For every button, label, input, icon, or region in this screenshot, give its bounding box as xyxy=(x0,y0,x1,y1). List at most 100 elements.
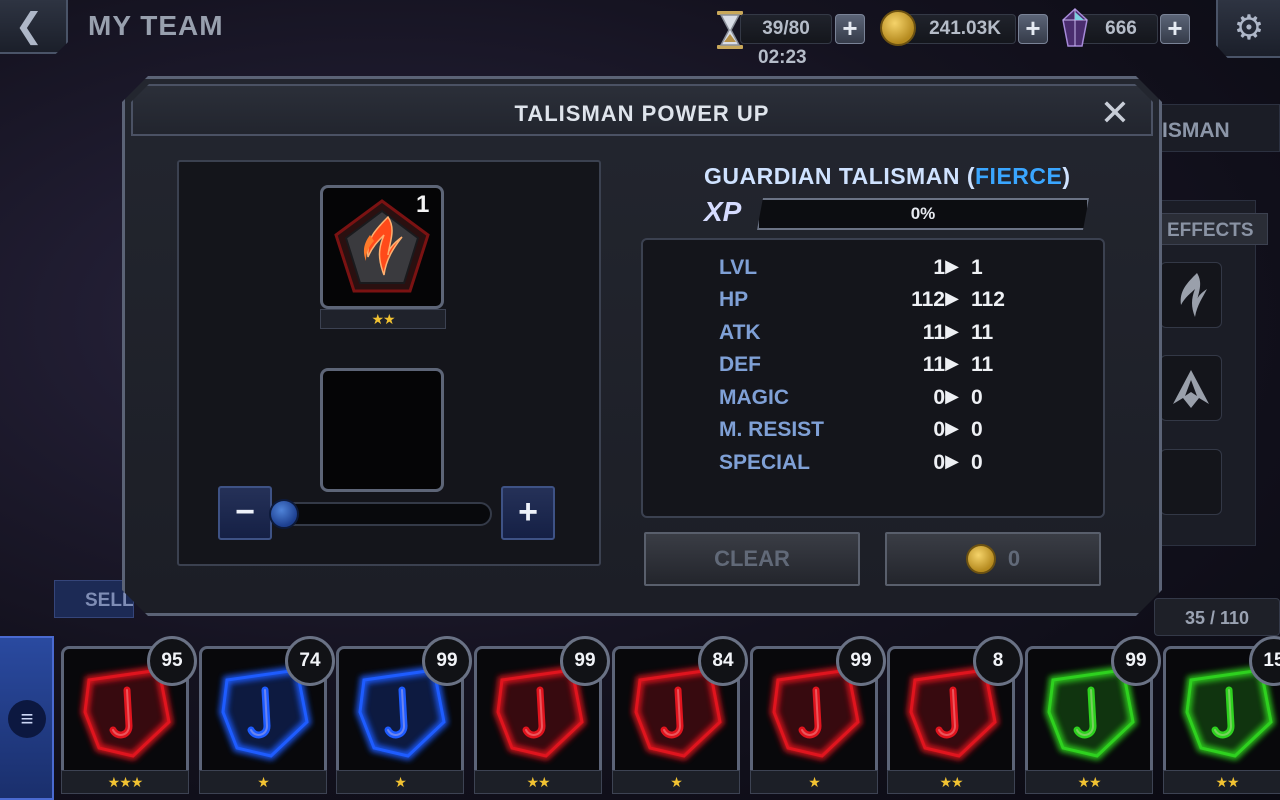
stat-next: 0 xyxy=(971,451,983,474)
modal-title: TALISMAN POWER UP xyxy=(514,101,770,126)
gem-counter: 666 xyxy=(1078,14,1158,44)
xp-label: XP xyxy=(704,196,742,227)
roster-card[interactable]: ★ 99 xyxy=(750,636,886,796)
talisman-rarity: FIERCE xyxy=(975,163,1063,189)
close-button[interactable]: ✕ xyxy=(1098,95,1132,131)
talisman-name: GUARDIAN TALISMAN (FIERCE) xyxy=(704,163,1071,189)
fodder-slot[interactable] xyxy=(320,368,444,492)
settings-button[interactable]: ⚙ xyxy=(1216,0,1280,58)
stat-name: SPECIAL xyxy=(719,451,811,474)
arrow-right-icon: ▶ xyxy=(945,321,959,341)
stat-row: HP 112 ▶ 112 xyxy=(719,286,1039,314)
roster-card[interactable]: ★★★ 95 xyxy=(61,636,197,796)
stat-current: 11 xyxy=(922,321,945,344)
card-stars: ★ xyxy=(750,770,878,794)
card-stars: ★★ xyxy=(887,770,1015,794)
arrow-right-icon: ▶ xyxy=(945,451,959,471)
stat-name: MAGIC xyxy=(719,386,789,409)
add-gems-button[interactable]: + xyxy=(1160,14,1190,44)
level-badge: 84 xyxy=(698,636,748,686)
stat-row: LVL 1 ▶ 1 xyxy=(719,254,1039,282)
stat-current: 0 xyxy=(933,418,945,441)
roster-card[interactable]: ★★ 99 xyxy=(1025,636,1161,796)
roster-card[interactable]: ★ 99 xyxy=(336,636,472,796)
level-badge: 99 xyxy=(422,636,472,686)
talisman-tab-peek[interactable]: ISMAN xyxy=(1162,119,1230,143)
stat-current: 1 xyxy=(933,256,945,279)
stat-current: 11 xyxy=(922,353,945,376)
stat-name: ATK xyxy=(719,321,761,344)
back-button[interactable]: ❮ xyxy=(0,0,68,54)
card-stars: ★ xyxy=(612,770,740,794)
talisman-effect-icon xyxy=(1173,370,1209,408)
gear-icon: ⚙ xyxy=(1233,9,1265,47)
decrease-button[interactable]: − xyxy=(218,486,272,540)
talisman-count: 1 xyxy=(416,191,430,218)
roster-card[interactable]: ★★ 99 xyxy=(474,636,610,796)
level-badge: 99 xyxy=(836,636,886,686)
stat-current: 0 xyxy=(933,386,945,409)
crystal-gem-icon xyxy=(1060,7,1090,48)
card-stars: ★ xyxy=(199,770,327,794)
menu-icon[interactable]: ≡ xyxy=(8,700,46,738)
arrow-right-icon: ▶ xyxy=(945,288,959,308)
stat-name: HP xyxy=(719,288,749,311)
stat-row: SPECIAL 0 ▶ 0 xyxy=(719,449,1039,477)
gold-coin-icon xyxy=(965,544,996,574)
page-title: MY TEAM xyxy=(88,10,224,41)
stat-next: 0 xyxy=(971,418,983,441)
stat-name: LVL xyxy=(719,256,758,279)
chevron-left-icon: ❮ xyxy=(14,7,44,45)
add-gold-button[interactable]: + xyxy=(1018,14,1048,44)
stat-row: M. RESIST 0 ▶ 0 xyxy=(719,416,1039,444)
power-up-button[interactable]: 0 xyxy=(885,532,1101,586)
talisman-effect-icon xyxy=(1180,273,1207,317)
talisman-stars-bar: ★★ xyxy=(320,309,446,329)
roster-card[interactable]: ★★ 15 xyxy=(1163,636,1280,796)
add-energy-button[interactable]: + xyxy=(835,14,865,44)
talisman-stars: ★★ xyxy=(371,311,395,327)
stat-next: 112 xyxy=(971,288,1005,311)
energy-counter: 39/80 xyxy=(740,14,832,44)
effect-slot-3[interactable] xyxy=(1160,449,1222,515)
stat-current: 0 xyxy=(933,451,945,474)
card-stars: ★★ xyxy=(1163,770,1280,794)
xp-progress-bar: 0% xyxy=(757,198,1089,230)
xp-percent: 0% xyxy=(910,204,936,223)
arrow-right-icon: ▶ xyxy=(945,418,959,438)
effect-slot-1[interactable] xyxy=(1160,262,1222,328)
energy-timer: 02:23 xyxy=(758,47,807,68)
arrow-right-icon: ▶ xyxy=(945,256,959,276)
roster-card[interactable]: ★ 74 xyxy=(199,636,335,796)
close-icon: ✕ xyxy=(1099,92,1131,133)
inventory-count: 35 / 110 xyxy=(1154,598,1280,636)
arrow-right-icon: ▶ xyxy=(945,386,959,406)
stat-current: 112 xyxy=(911,288,945,311)
level-badge: 99 xyxy=(560,636,610,686)
card-stars: ★ xyxy=(336,770,464,794)
selected-talisman-slot[interactable]: 1 ★★ xyxy=(320,185,446,331)
stat-next: 11 xyxy=(971,353,994,376)
level-badge: 74 xyxy=(285,636,335,686)
clear-button[interactable]: CLEAR xyxy=(644,532,860,586)
stat-next: 11 xyxy=(971,321,994,344)
stat-name: M. RESIST xyxy=(719,418,825,441)
level-badge: 99 xyxy=(1111,636,1161,686)
quantity-slider[interactable] xyxy=(270,502,492,526)
gold-coin-icon xyxy=(880,10,916,46)
slider-knob[interactable] xyxy=(269,499,299,529)
effects-button-peek[interactable]: EFFECTS xyxy=(1160,213,1268,245)
card-stars: ★★ xyxy=(1025,770,1153,794)
stat-next: 0 xyxy=(971,386,983,409)
arrow-right-icon: ▶ xyxy=(945,353,959,373)
roster-card[interactable]: ★ 84 xyxy=(612,636,748,796)
card-stars: ★★★ xyxy=(61,770,189,794)
card-stars: ★★ xyxy=(474,770,602,794)
level-badge: 8 xyxy=(973,636,1023,686)
increase-button[interactable]: + xyxy=(501,486,555,540)
effect-slot-2[interactable] xyxy=(1160,355,1222,421)
stat-row: ATK 11 ▶ 11 xyxy=(719,319,1039,347)
stat-next: 1 xyxy=(971,256,983,279)
roster-card[interactable]: ★★ 8 xyxy=(887,636,1023,796)
stat-row: MAGIC 0 ▶ 0 xyxy=(719,384,1039,412)
